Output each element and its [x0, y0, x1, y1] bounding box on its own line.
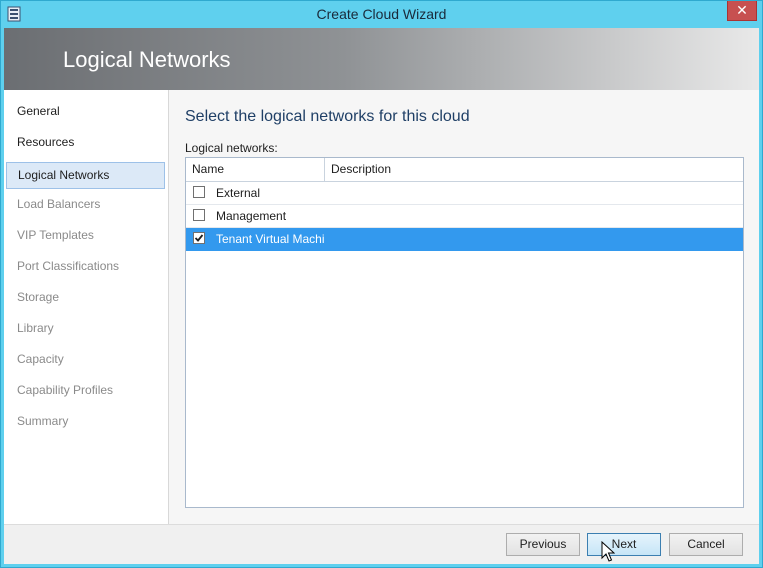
step-capability-profiles: Capability Profiles — [17, 383, 114, 397]
step-general[interactable]: General — [6, 98, 165, 125]
logical-networks-label: Logical networks: — [185, 141, 278, 155]
step-load-balancers: Load Balancers — [17, 197, 101, 211]
page-banner: Logical Networks — [4, 28, 759, 90]
cancel-button[interactable]: Cancel — [669, 533, 743, 556]
previous-button[interactable]: Previous — [506, 533, 580, 556]
checkmark-icon — [194, 234, 204, 242]
step-port-classifications: Port Classifications — [17, 259, 120, 273]
step-resources[interactable]: Resources — [6, 129, 165, 156]
table-row[interactable]: Management — [186, 205, 743, 228]
step-summary: Summary — [17, 414, 69, 428]
column-header-description[interactable]: Description — [326, 158, 743, 181]
step-storage: Storage — [17, 290, 60, 304]
wizard-step-list: General Resources Logical Networks Load … — [4, 90, 169, 524]
network-name: Tenant Virtual Machi — [216, 232, 325, 246]
next-button[interactable]: Next — [587, 533, 661, 556]
logical-networks-grid[interactable]: Name Description External Management Ten… — [185, 157, 744, 508]
window-title: Create Cloud Wizard — [316, 6, 447, 22]
step-logical-networks[interactable]: Logical Networks — [6, 162, 165, 189]
mouse-cursor-icon — [601, 541, 615, 562]
step-capacity: Capacity — [17, 352, 64, 366]
close-button[interactable]: ✕ — [727, 1, 757, 21]
row-checkbox[interactable] — [193, 209, 205, 221]
step-vip-templates: VIP Templates — [17, 228, 94, 242]
table-row[interactable]: External — [186, 182, 743, 205]
wizard-window: Create Cloud Wizard ✕ Logical Networks G… — [0, 0, 763, 568]
page-title: Logical Networks — [63, 47, 231, 72]
section-heading: Select the logical networks for this clo… — [185, 108, 470, 125]
network-name: Management — [216, 209, 287, 223]
grid-header: Name Description — [186, 158, 743, 182]
wizard-footer: Previous Next Cancel — [4, 524, 759, 564]
row-checkbox[interactable] — [193, 186, 205, 198]
title-bar[interactable]: Create Cloud Wizard ✕ — [1, 1, 762, 27]
table-row[interactable]: Tenant Virtual Machi — [186, 228, 743, 251]
column-header-name[interactable]: Name — [186, 158, 325, 181]
step-library: Library — [17, 321, 54, 335]
network-name: External — [216, 186, 261, 200]
wizard-client-area: Logical Networks General Resources Logic… — [4, 28, 759, 564]
main-panel: Select the logical networks for this clo… — [169, 90, 759, 524]
close-icon: ✕ — [736, 2, 748, 18]
row-checkbox[interactable] — [193, 232, 205, 244]
